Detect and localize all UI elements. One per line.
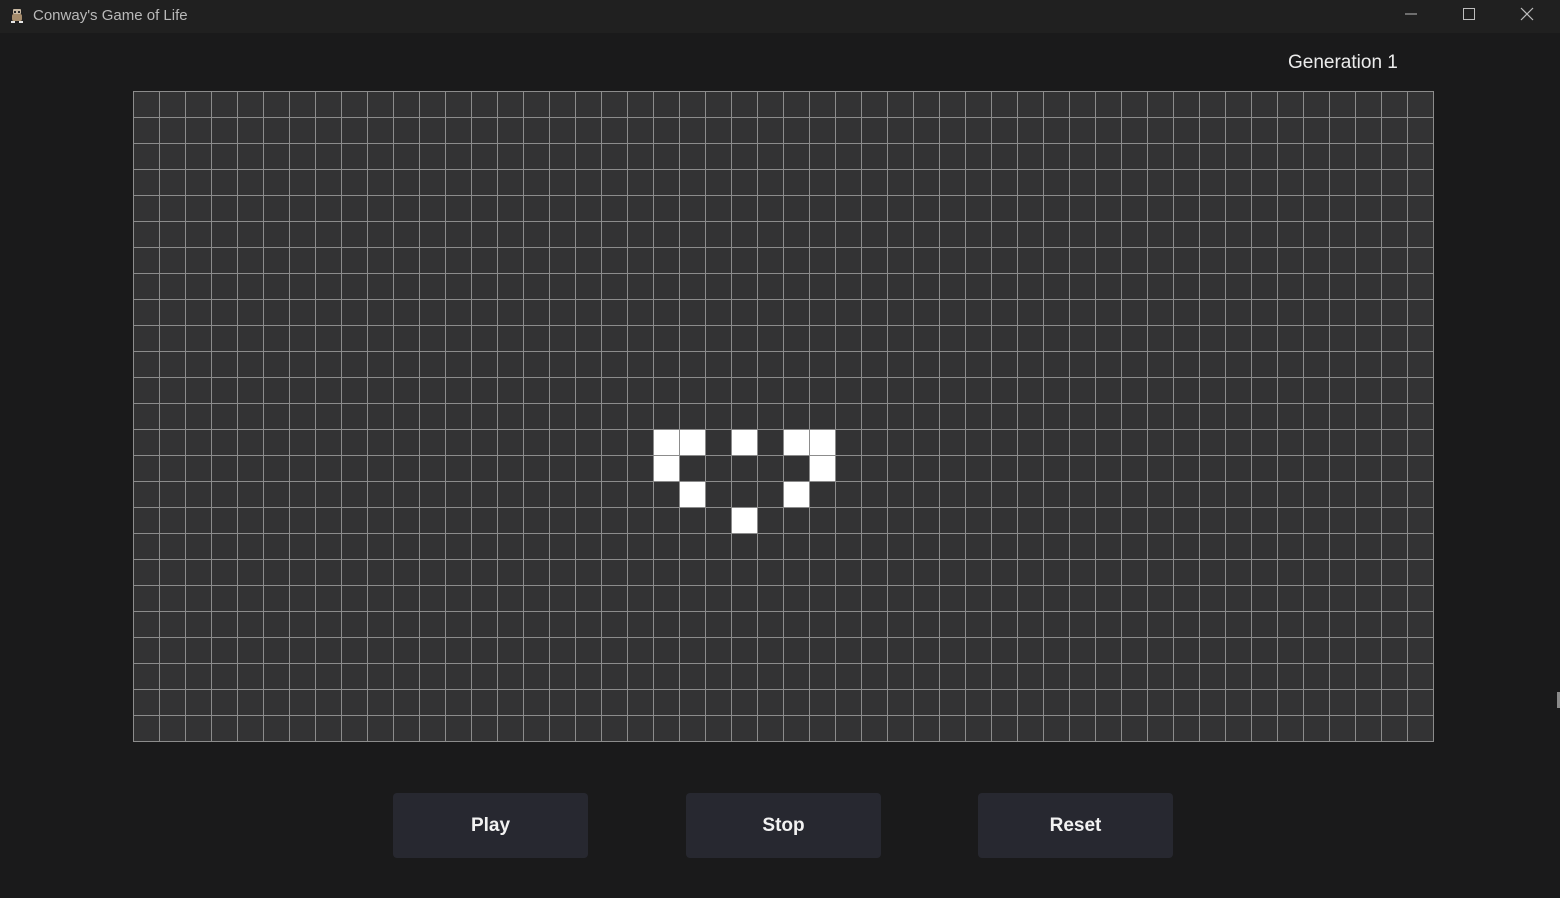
live-cell[interactable] xyxy=(679,481,706,508)
live-cell[interactable] xyxy=(809,455,836,482)
live-cell[interactable] xyxy=(783,429,810,456)
live-cell[interactable] xyxy=(809,429,836,456)
app-window: Conway's Game of Life Generation 1 Play … xyxy=(0,0,1560,898)
minimize-icon xyxy=(1404,7,1418,26)
live-cell[interactable] xyxy=(653,455,680,482)
generation-counter: Generation 1 xyxy=(1288,52,1398,73)
close-icon xyxy=(1520,7,1534,26)
close-button[interactable] xyxy=(1498,0,1556,32)
live-cell[interactable] xyxy=(653,429,680,456)
game-of-life-app-icon xyxy=(10,8,24,24)
minimize-button[interactable] xyxy=(1382,0,1440,32)
window-title: Conway's Game of Life xyxy=(33,7,188,24)
life-grid[interactable] xyxy=(133,91,1434,742)
live-cell[interactable] xyxy=(783,481,810,508)
maximize-icon xyxy=(1462,7,1476,26)
live-cell[interactable] xyxy=(679,429,706,456)
title-bar[interactable]: Conway's Game of Life xyxy=(0,0,1560,33)
live-cell[interactable] xyxy=(731,507,758,534)
live-cell[interactable] xyxy=(731,429,758,456)
play-button[interactable]: Play xyxy=(393,793,588,858)
stop-button[interactable]: Stop xyxy=(686,793,881,858)
maximize-button[interactable] xyxy=(1440,0,1498,32)
reset-button[interactable]: Reset xyxy=(978,793,1173,858)
